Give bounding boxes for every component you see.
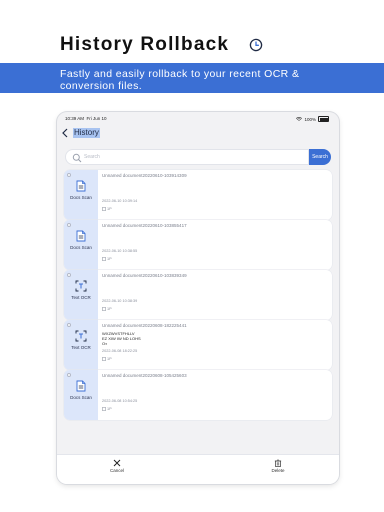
item-preview-line: EZ XIW IW ND LOHS (102, 336, 141, 341)
item-page-count: 1P (102, 207, 112, 211)
item-type-label: Docs Scan (70, 195, 92, 200)
history-item[interactable]: Docs Scan Unnamed document20220610-103914… (64, 170, 332, 220)
page-icon (102, 307, 106, 311)
item-select-checkbox[interactable] (67, 173, 71, 177)
item-thumbnail[interactable]: Text OCR (64, 270, 98, 320)
wifi-icon (296, 117, 303, 121)
item-select-checkbox[interactable] (67, 273, 71, 277)
document-icon (76, 180, 86, 192)
page-icon (102, 357, 106, 361)
document-icon (76, 230, 86, 242)
history-item[interactable]: Docs Scan Unnamed document20220610-103855… (64, 220, 332, 270)
delete-label: Delete (271, 468, 285, 473)
item-type-label: Text OCR (71, 295, 91, 300)
bottom-toolbar: Cancel Delete (57, 454, 339, 484)
status-indicators: 100% (296, 116, 329, 122)
item-page-count: 1P (102, 307, 112, 311)
battery-percent: 100% (304, 116, 316, 122)
cancel-button[interactable]: Cancel (102, 459, 132, 473)
trash-icon (274, 459, 282, 467)
item-select-checkbox[interactable] (67, 223, 71, 227)
status-time: 10:39 AM Fri Jun 10 (65, 116, 107, 121)
status-bar: 10:39 AM Fri Jun 10 100% (57, 112, 339, 124)
item-select-checkbox[interactable] (67, 373, 71, 377)
item-date: 2022-06-10 10:39:14 (102, 199, 138, 203)
page-title: History (73, 128, 100, 138)
history-item[interactable]: Docs Scan Unnamed document20220608-105425… (64, 370, 332, 420)
item-thumbnail[interactable]: Docs Scan (64, 370, 98, 420)
item-date: 2022-06-08 10:54:25 (102, 399, 138, 403)
history-clock-icon (249, 38, 263, 52)
item-date: 2022-06-10 10:38:39 (102, 299, 138, 303)
promo-subtitle: Fastly and easily rollback to your recen… (60, 68, 300, 92)
item-thumbnail[interactable]: Text OCR (64, 320, 98, 370)
page-icon (102, 407, 106, 411)
battery-icon (318, 116, 329, 122)
item-type-label: Docs Scan (70, 395, 92, 400)
item-name: Unnamed document20220610-103914309 (102, 173, 187, 178)
item-name: Unnamed document20220608-182225441 (102, 323, 187, 328)
back-arrow-icon[interactable] (61, 128, 69, 138)
item-page-count: 1P (102, 257, 112, 261)
item-date: 2022-06-10 10:38:55 (102, 249, 138, 253)
item-thumbnail[interactable]: Docs Scan (64, 170, 98, 220)
history-item[interactable]: Text OCR Unnamed document20220608-1822254… (64, 320, 332, 370)
search-icon (72, 153, 82, 163)
item-pages-label: 1P (107, 357, 112, 361)
item-page-count: 1P (102, 357, 112, 361)
page-icon (102, 257, 106, 261)
search-input[interactable]: Search (65, 149, 309, 165)
item-name: Unnamed document20220610-103839349 (102, 273, 187, 278)
delete-button[interactable]: Delete (263, 459, 293, 473)
item-type-label: Text OCR (71, 345, 91, 350)
item-type-label: Docs Scan (70, 245, 92, 250)
item-date: 2022-06-08 18:22:25 (102, 349, 138, 353)
item-pages-label: 1P (107, 207, 112, 211)
item-page-count: 1P (102, 407, 112, 411)
item-pages-label: 1P (107, 407, 112, 411)
close-icon (113, 459, 121, 467)
item-name: Unnamed document20220610-103855417 (102, 223, 187, 228)
item-pages-label: 1P (107, 257, 112, 261)
cancel-label: Cancel (109, 468, 124, 473)
promo-title: History Rollback (60, 34, 230, 55)
search-button[interactable]: Search (309, 149, 331, 165)
item-preview-line: O◐ (102, 341, 108, 346)
item-select-checkbox[interactable] (67, 323, 71, 327)
item-name: Unnamed document20220608-105425603 (102, 373, 187, 378)
text-scan-icon (75, 280, 87, 292)
search-bar: Search Search (65, 149, 331, 165)
text-scan-icon (75, 330, 87, 342)
page-icon (102, 207, 106, 211)
search-placeholder: Search (84, 154, 100, 160)
device-screen: 10:39 AM Fri Jun 10 100% History Search … (57, 112, 339, 484)
history-item[interactable]: Text OCR Unnamed document20220610-1038393… (64, 270, 332, 320)
nav-bar: History (57, 124, 339, 142)
document-icon (76, 380, 86, 392)
item-pages-label: 1P (107, 307, 112, 311)
item-thumbnail[interactable]: Docs Scan (64, 220, 98, 270)
